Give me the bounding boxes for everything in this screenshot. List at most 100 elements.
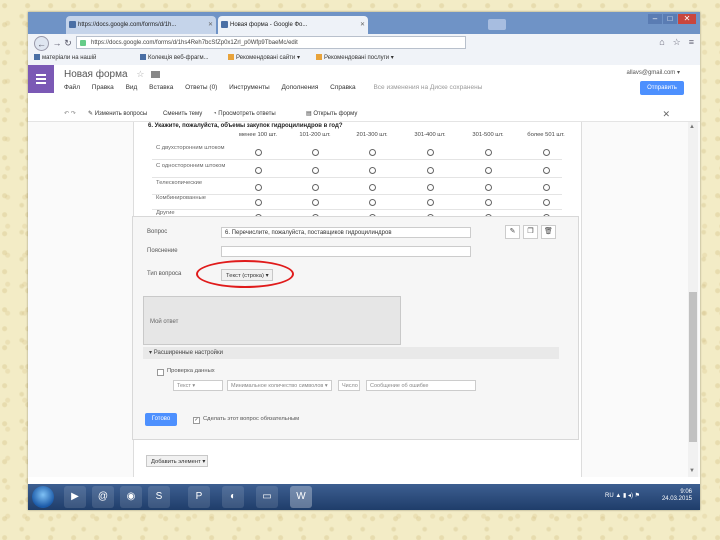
grid-radio-button[interactable]	[312, 199, 319, 206]
grid-radio-button[interactable]	[255, 167, 262, 174]
grid-radio-button[interactable]	[369, 167, 376, 174]
scrollbar-thumb[interactable]	[689, 292, 697, 442]
minimize-button[interactable]: –	[648, 14, 662, 24]
forms-header: Новая форма ☆ Файл Правка Вид Вставка От…	[28, 65, 700, 108]
bookmark-icon	[228, 54, 234, 61]
add-item-dropdown[interactable]: Добавить элемент ▾	[146, 455, 208, 467]
browser-tab-2[interactable]: Новая форма - Google Фо... ✕	[218, 16, 368, 34]
clock[interactable]: 9:06 24.03.2015	[662, 489, 692, 503]
scroll-down-icon[interactable]: ▼	[689, 468, 695, 474]
menu-edit[interactable]: Правка	[92, 84, 114, 91]
document-title-text[interactable]: Новая форма	[64, 69, 128, 80]
grid-radio-button[interactable]	[543, 167, 550, 174]
browser-tab-1[interactable]: https://docs.google.com/forms/d/1h... ✕	[66, 16, 216, 34]
forms-app-icon[interactable]	[28, 65, 54, 93]
grid-radio-button[interactable]	[369, 184, 376, 191]
menu-tools[interactable]: Инструменты	[229, 84, 270, 91]
skype-icon[interactable]: S	[148, 486, 170, 508]
data-validation-checkbox[interactable]	[157, 369, 164, 376]
folder-icon[interactable]: ▭	[256, 486, 278, 508]
done-button[interactable]: Готово	[145, 413, 177, 426]
menu-responses[interactable]: Ответы (0)	[185, 84, 217, 91]
chrome-icon[interactable]: ◉	[120, 486, 142, 508]
new-tab-button[interactable]	[488, 19, 506, 30]
grid-radio-button[interactable]	[312, 167, 319, 174]
help-text-input[interactable]	[221, 246, 471, 257]
toolbar-edit-questions[interactable]: ✎ Изменить вопросы	[88, 107, 147, 121]
media-player-icon[interactable]: ▶	[64, 486, 86, 508]
bookmark-item[interactable]: Рекомендовані послуги ▾	[316, 52, 394, 65]
start-button[interactable]	[32, 486, 54, 508]
grid-radio-button[interactable]	[312, 149, 319, 156]
folder-icon[interactable]	[151, 70, 161, 78]
pencil-icon[interactable]: ✎	[505, 225, 520, 239]
menu-file[interactable]: Файл	[64, 84, 80, 91]
close-tab-icon[interactable]: ✕	[360, 16, 365, 34]
grid-radio-button[interactable]	[427, 184, 434, 191]
menu-addons[interactable]: Дополнения	[282, 84, 319, 91]
required-checkbox[interactable]: ✓	[193, 417, 200, 424]
toolbar-view-responses[interactable]: ◔ Просмотреть ответы	[213, 107, 276, 121]
duplicate-icon[interactable]: ❐	[523, 225, 538, 239]
word-icon[interactable]: W	[290, 486, 312, 508]
url-bar[interactable]: https://docs.google.com/forms/d/1hs4Reh7…	[76, 36, 466, 49]
validation-rule-select[interactable]: Минимальное количество символов ▾	[227, 380, 332, 391]
question-label: Вопрос	[147, 229, 168, 235]
grid-radio-button[interactable]	[427, 199, 434, 206]
menu-bar: Файл Правка Вид Вставка Ответы (0) Инстр…	[64, 84, 492, 91]
grid-radio-button[interactable]	[369, 199, 376, 206]
mail-icon[interactable]: @	[92, 486, 114, 508]
grid-radio-button[interactable]	[255, 149, 262, 156]
grid-radio-button[interactable]	[543, 149, 550, 156]
home-icon[interactable]: ⌂	[659, 37, 664, 47]
toolbar-change-theme[interactable]: Сменить тему	[163, 107, 202, 121]
grid-radio-button[interactable]	[485, 184, 492, 191]
account-email[interactable]: allavs@gmail.com ▾	[627, 69, 680, 76]
advanced-settings-header[interactable]: ▾ Расширенные настройки	[143, 347, 559, 359]
star-icon[interactable]: ☆	[136, 69, 144, 79]
toolbar-open-form[interactable]: ▤ Открыть форму	[306, 107, 357, 121]
bookmark-label: Рекомендовані сайти	[236, 55, 296, 61]
grid-radio-button[interactable]	[255, 184, 262, 191]
grid-radio-button[interactable]	[485, 199, 492, 206]
send-button[interactable]: Отправить	[640, 81, 684, 95]
close-window-button[interactable]: ✕	[678, 14, 696, 24]
undo-redo-icon[interactable]: ↶ ↷	[64, 107, 76, 121]
validation-number-input[interactable]: Число	[338, 380, 360, 391]
language-indicator[interactable]: RU	[605, 493, 614, 499]
validation-error-input[interactable]: Сообщение об ошибке	[366, 380, 476, 391]
bookmark-item[interactable]: матеріали на нашій	[34, 52, 96, 65]
menu-insert[interactable]: Вставка	[149, 84, 173, 91]
back-arrow-icon[interactable]: ←	[34, 36, 49, 51]
grid-radio-button[interactable]	[543, 184, 550, 191]
bookmark-item[interactable]: Рекомендовані сайти ▾	[228, 52, 300, 65]
reload-icon[interactable]: ↻	[61, 36, 75, 50]
grid-radio-button[interactable]	[312, 184, 319, 191]
bookmark-icon	[316, 54, 322, 61]
grid-radio-button[interactable]	[485, 149, 492, 156]
grid-radio-button[interactable]	[485, 167, 492, 174]
answer-preview-text: Мой ответ	[150, 319, 179, 325]
grid-radio-button[interactable]	[369, 149, 376, 156]
menu-help[interactable]: Справка	[330, 84, 356, 91]
scroll-up-icon[interactable]: ▲	[689, 124, 695, 130]
firefox-icon[interactable]: ◐	[222, 486, 244, 508]
menu-icon[interactable]: ≡	[689, 37, 694, 47]
star-icon[interactable]: ☆	[673, 37, 681, 47]
grid-column-header: более 501 шт.	[527, 132, 565, 138]
bookmark-icon	[34, 54, 40, 61]
grid-radio-button[interactable]	[427, 149, 434, 156]
menu-view[interactable]: Вид	[126, 84, 138, 91]
powerpoint-icon[interactable]: P	[188, 486, 210, 508]
validation-type-select[interactable]: Текст ▾	[173, 380, 223, 391]
bookmark-item[interactable]: Колекція веб-фрагм...	[140, 52, 209, 65]
grid-radio-button[interactable]	[543, 199, 550, 206]
grid-radio-button[interactable]	[427, 167, 434, 174]
close-icon[interactable]: ✕	[662, 107, 670, 121]
trash-icon[interactable]: 🗑	[541, 225, 556, 239]
page-scrollbar[interactable]: ▲ ▼	[688, 122, 698, 477]
question-title-input[interactable]: 6. Перечислите, пожалуйста, поставщиков …	[221, 227, 471, 238]
maximize-button[interactable]: □	[663, 14, 677, 24]
close-tab-icon[interactable]: ✕	[208, 16, 213, 34]
grid-radio-button[interactable]	[255, 199, 262, 206]
